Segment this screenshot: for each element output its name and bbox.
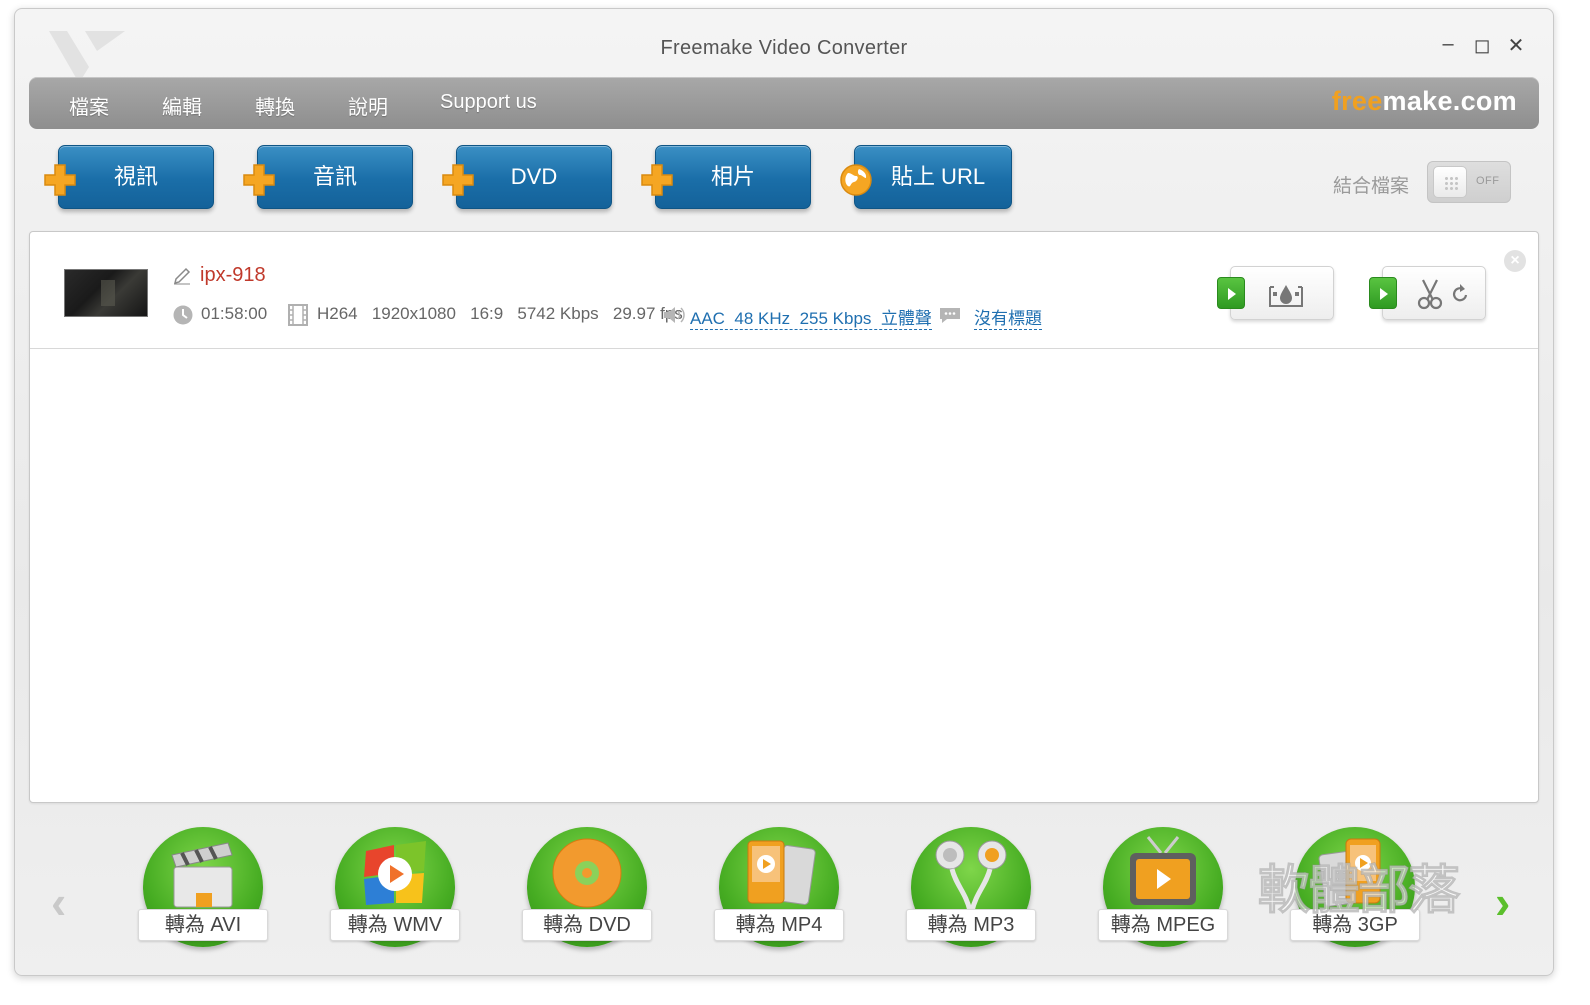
subtitle-link[interactable]: 沒有標題 [974, 309, 1042, 330]
plus-icon [641, 164, 673, 196]
scroll-left-arrow-icon[interactable]: ‹ [51, 875, 66, 929]
convert-mp4-button[interactable]: 轉為 MP4 [714, 827, 844, 957]
plus-icon [243, 164, 275, 196]
file-row[interactable]: ipx-918 01:58:00 H264 1920x1080 16:9 574… [30, 232, 1538, 349]
convert-mp4-label: 轉為 MP4 [714, 909, 844, 941]
add-video-button[interactable]: 視訊 [58, 145, 214, 209]
menu-convert[interactable]: 轉換 [255, 91, 295, 120]
pencil-icon[interactable] [172, 266, 192, 286]
minimize-button[interactable]: – [1433, 33, 1463, 56]
convert-wmv-label: 轉為 WMV [330, 909, 460, 941]
menu-bar: 檔案 編輯 轉換 說明 Support us freemake.com [29, 77, 1539, 129]
video-bitrate: 5742 Kbps [517, 304, 599, 323]
add-photo-button[interactable]: 相片 [655, 145, 811, 209]
remove-file-icon[interactable]: × [1504, 250, 1526, 272]
paste-url-button[interactable]: 貼上 URL [854, 145, 1012, 209]
clapperboard-icon [171, 842, 233, 908]
maximize-button[interactable]: ◻ [1467, 33, 1497, 58]
film-icon [288, 304, 308, 326]
convert-wmv-button[interactable]: 轉為 WMV [330, 827, 460, 957]
brand-rest: make.com [1382, 86, 1517, 116]
combine-files-toggle[interactable]: OFF [1427, 161, 1511, 203]
convert-dvd-label: 轉為 DVD [522, 909, 652, 941]
video-resolution: 1920x1080 [371, 304, 456, 323]
audio-info[interactable]: AAC 48 KHz 255 Kbps 立體聲 [690, 304, 932, 330]
rotate-icon [1452, 284, 1468, 302]
play-icon[interactable] [1369, 277, 1397, 309]
convert-mpeg-label: 轉為 MPEG [1098, 909, 1228, 941]
convert-mp3-button[interactable]: 轉為 MP3 [906, 827, 1036, 957]
earphones-icon [935, 840, 1007, 911]
mp4-player-icon [747, 840, 816, 905]
windows-media-icon [364, 841, 426, 905]
duration-text: 01:58:00 [201, 304, 268, 323]
convert-avi-label: 轉為 AVI [138, 909, 268, 941]
clock-icon [173, 305, 193, 325]
combine-files-label: 結合檔案 [1333, 176, 1410, 197]
site-watermark: 軟體部落 [1257, 862, 1460, 921]
window-title: Freemake Video Converter [660, 37, 908, 59]
toggle-state: OFF [1476, 175, 1500, 187]
video-thumbnail [64, 269, 148, 317]
app-window: Freemake Video Converter – ◻ ✕ 檔案 編輯 轉換 … [14, 8, 1554, 976]
scissors-icon [1417, 279, 1443, 310]
audio-track-link[interactable]: AAC 48 KHz 255 Kbps 立體聲 [690, 309, 932, 330]
video-info: H264 1920x1080 16:9 5742 Kbps 29.97 fps [317, 304, 683, 324]
file-list-panel: ipx-918 01:58:00 H264 1920x1080 16:9 574… [29, 231, 1539, 803]
file-name[interactable]: ipx-918 [200, 264, 266, 287]
convert-dvd-button[interactable]: 轉為 DVD [522, 827, 652, 957]
subtitle-info[interactable]: 沒有標題 [974, 304, 1042, 330]
convert-avi-button[interactable]: 轉為 AVI [138, 827, 268, 957]
tv-icon [1130, 836, 1196, 905]
crop-droplet-icon [1269, 285, 1303, 307]
menu-edit[interactable]: 編輯 [162, 91, 202, 120]
video-aspect: 16:9 [470, 304, 504, 323]
plus-icon [44, 164, 76, 196]
speaker-icon [664, 307, 685, 323]
cut-rotate-button[interactable] [1369, 266, 1486, 320]
menu-file[interactable]: 檔案 [69, 91, 109, 120]
menu-support[interactable]: Support us [440, 91, 537, 114]
plus-icon [442, 164, 474, 196]
video-codec: H264 [317, 304, 358, 323]
play-icon[interactable] [1217, 277, 1245, 309]
scroll-right-arrow-icon[interactable]: › [1495, 875, 1510, 929]
add-dvd-button[interactable]: DVD [456, 145, 612, 209]
brand-free: free [1331, 86, 1383, 116]
toggle-knob [1433, 166, 1467, 198]
subtitle-bubble-icon [940, 308, 960, 323]
add-audio-button[interactable]: 音訊 [257, 145, 413, 209]
watermark-edit-button[interactable] [1217, 266, 1334, 320]
convert-mpeg-button[interactable]: 轉為 MPEG [1098, 827, 1228, 957]
dvd-disc-icon [552, 838, 622, 908]
convert-mp3-label: 轉為 MP3 [906, 909, 1036, 941]
brand-link[interactable]: freemake.com [1332, 86, 1517, 117]
close-button[interactable]: ✕ [1501, 33, 1531, 58]
menu-help[interactable]: 說明 [348, 91, 388, 120]
globe-icon [840, 164, 872, 196]
